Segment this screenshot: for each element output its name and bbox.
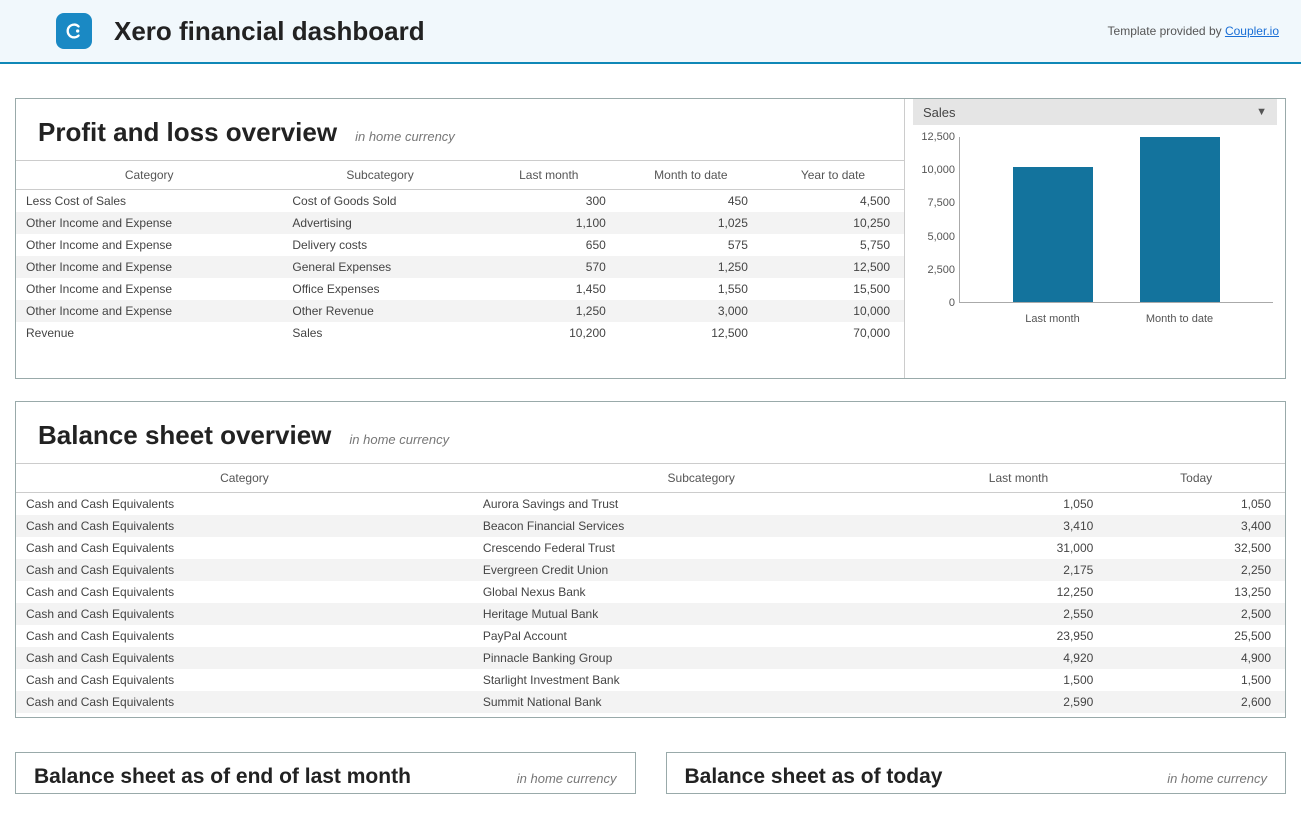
x-label: Last month [1013,313,1093,325]
bs-col-header: Today [1107,464,1285,493]
bs-col-header: Last month [930,464,1108,493]
table-row: Other Income and ExpenseAdvertising1,100… [16,212,904,234]
bs-last-note: in home currency [517,771,617,786]
table-row: Less Cost of SalesCost of Goods Sold3004… [16,190,904,213]
table-row: Other Income and ExpenseOffice Expenses1… [16,278,904,300]
pl-col-header: Category [16,161,282,190]
y-tick: 7,500 [927,197,955,209]
pl-chart-section: Sales ▼ 0 2,500 5,000 7,500 10,000 12,500 Las… [905,99,1285,378]
bs-today-note: in home currency [1167,771,1267,786]
header: Xero financial dashboard Template provid… [0,0,1301,64]
bs-today-card: Balance sheet as of today in home curren… [666,752,1287,794]
bs-table-head: CategorySubcategoryLast monthToday [16,463,1285,493]
y-tick: 0 [949,297,955,309]
pl-table: CategorySubcategoryLast monthMonth to da… [16,160,904,344]
template-text: Template provided by [1108,24,1225,38]
pl-title: Profit and loss overview [38,117,337,148]
logo-icon [56,13,92,49]
pl-card: Profit and loss overview in home currenc… [15,98,1286,379]
table-row: Cash and Cash EquivalentsBeacon Financia… [16,515,1285,537]
table-row: Other Income and ExpenseDelivery costs65… [16,234,904,256]
table-row: RevenueSales10,20012,50070,000 [16,322,904,344]
header-left: Xero financial dashboard [56,13,425,49]
table-row: Cash and Cash EquivalentsCrescendo Feder… [16,537,1285,559]
table-row: Cash and Cash EquivalentsPayPal Account2… [16,625,1285,647]
pl-col-header: Subcategory [282,161,477,190]
chart-bar [1013,167,1093,302]
coupler-link[interactable]: Coupler.io [1225,24,1279,38]
template-credit: Template provided by Coupler.io [1108,24,1279,38]
table-row: Cash and Cash EquivalentsEvergreen Credi… [16,559,1285,581]
table-row: Cash and Cash EquivalentsHeritage Mutual… [16,603,1285,625]
y-tick: 2,500 [927,264,955,276]
x-label: Month to date [1140,313,1220,325]
bs-last-card: Balance sheet as of end of last month in… [15,752,636,794]
bs-note: in home currency [349,432,449,447]
select-value: Sales [923,105,956,120]
bs-title: Balance sheet overview [38,420,331,451]
bs-col-header: Subcategory [473,464,930,493]
pl-col-header: Month to date [620,161,762,190]
table-row: Cash and Cash EquivalentsSummit National… [16,691,1285,713]
y-tick: 12,500 [921,131,955,143]
pl-table-section: Profit and loss overview in home currenc… [16,99,905,378]
page-title: Xero financial dashboard [114,16,425,47]
table-row: Cash and Cash EquivalentsGlobal Nexus Ba… [16,581,1285,603]
bs-card: Balance sheet overview in home currency … [15,401,1286,718]
bs-today-title: Balance sheet as of today [685,765,943,789]
table-row: Current AssetsAccounts Receivable22,0002… [16,713,1285,717]
table-row: Cash and Cash EquivalentsStarlight Inves… [16,669,1285,691]
pl-col-header: Year to date [762,161,904,190]
chart-bar [1140,137,1220,302]
table-row: Other Income and ExpenseOther Revenue1,2… [16,300,904,322]
table-row: Cash and Cash EquivalentsPinnacle Bankin… [16,647,1285,669]
table-row: Cash and Cash EquivalentsAurora Savings … [16,493,1285,515]
y-tick: 10,000 [921,164,955,176]
pl-col-header: Last month [478,161,620,190]
y-tick: 5,000 [927,231,955,243]
bs-scroll[interactable]: Cash and Cash EquivalentsAurora Savings … [16,493,1285,717]
bs-table: Cash and Cash EquivalentsAurora Savings … [16,493,1285,717]
pl-note: in home currency [355,129,455,144]
chart-series-select[interactable]: Sales ▼ [913,99,1277,125]
table-row: Other Income and ExpenseGeneral Expenses… [16,256,904,278]
bar-chart: 0 2,500 5,000 7,500 10,000 12,500 Last month M… [913,129,1277,329]
chevron-down-icon: ▼ [1256,106,1267,118]
bs-col-header: Category [16,464,473,493]
bs-last-title: Balance sheet as of end of last month [34,765,411,789]
